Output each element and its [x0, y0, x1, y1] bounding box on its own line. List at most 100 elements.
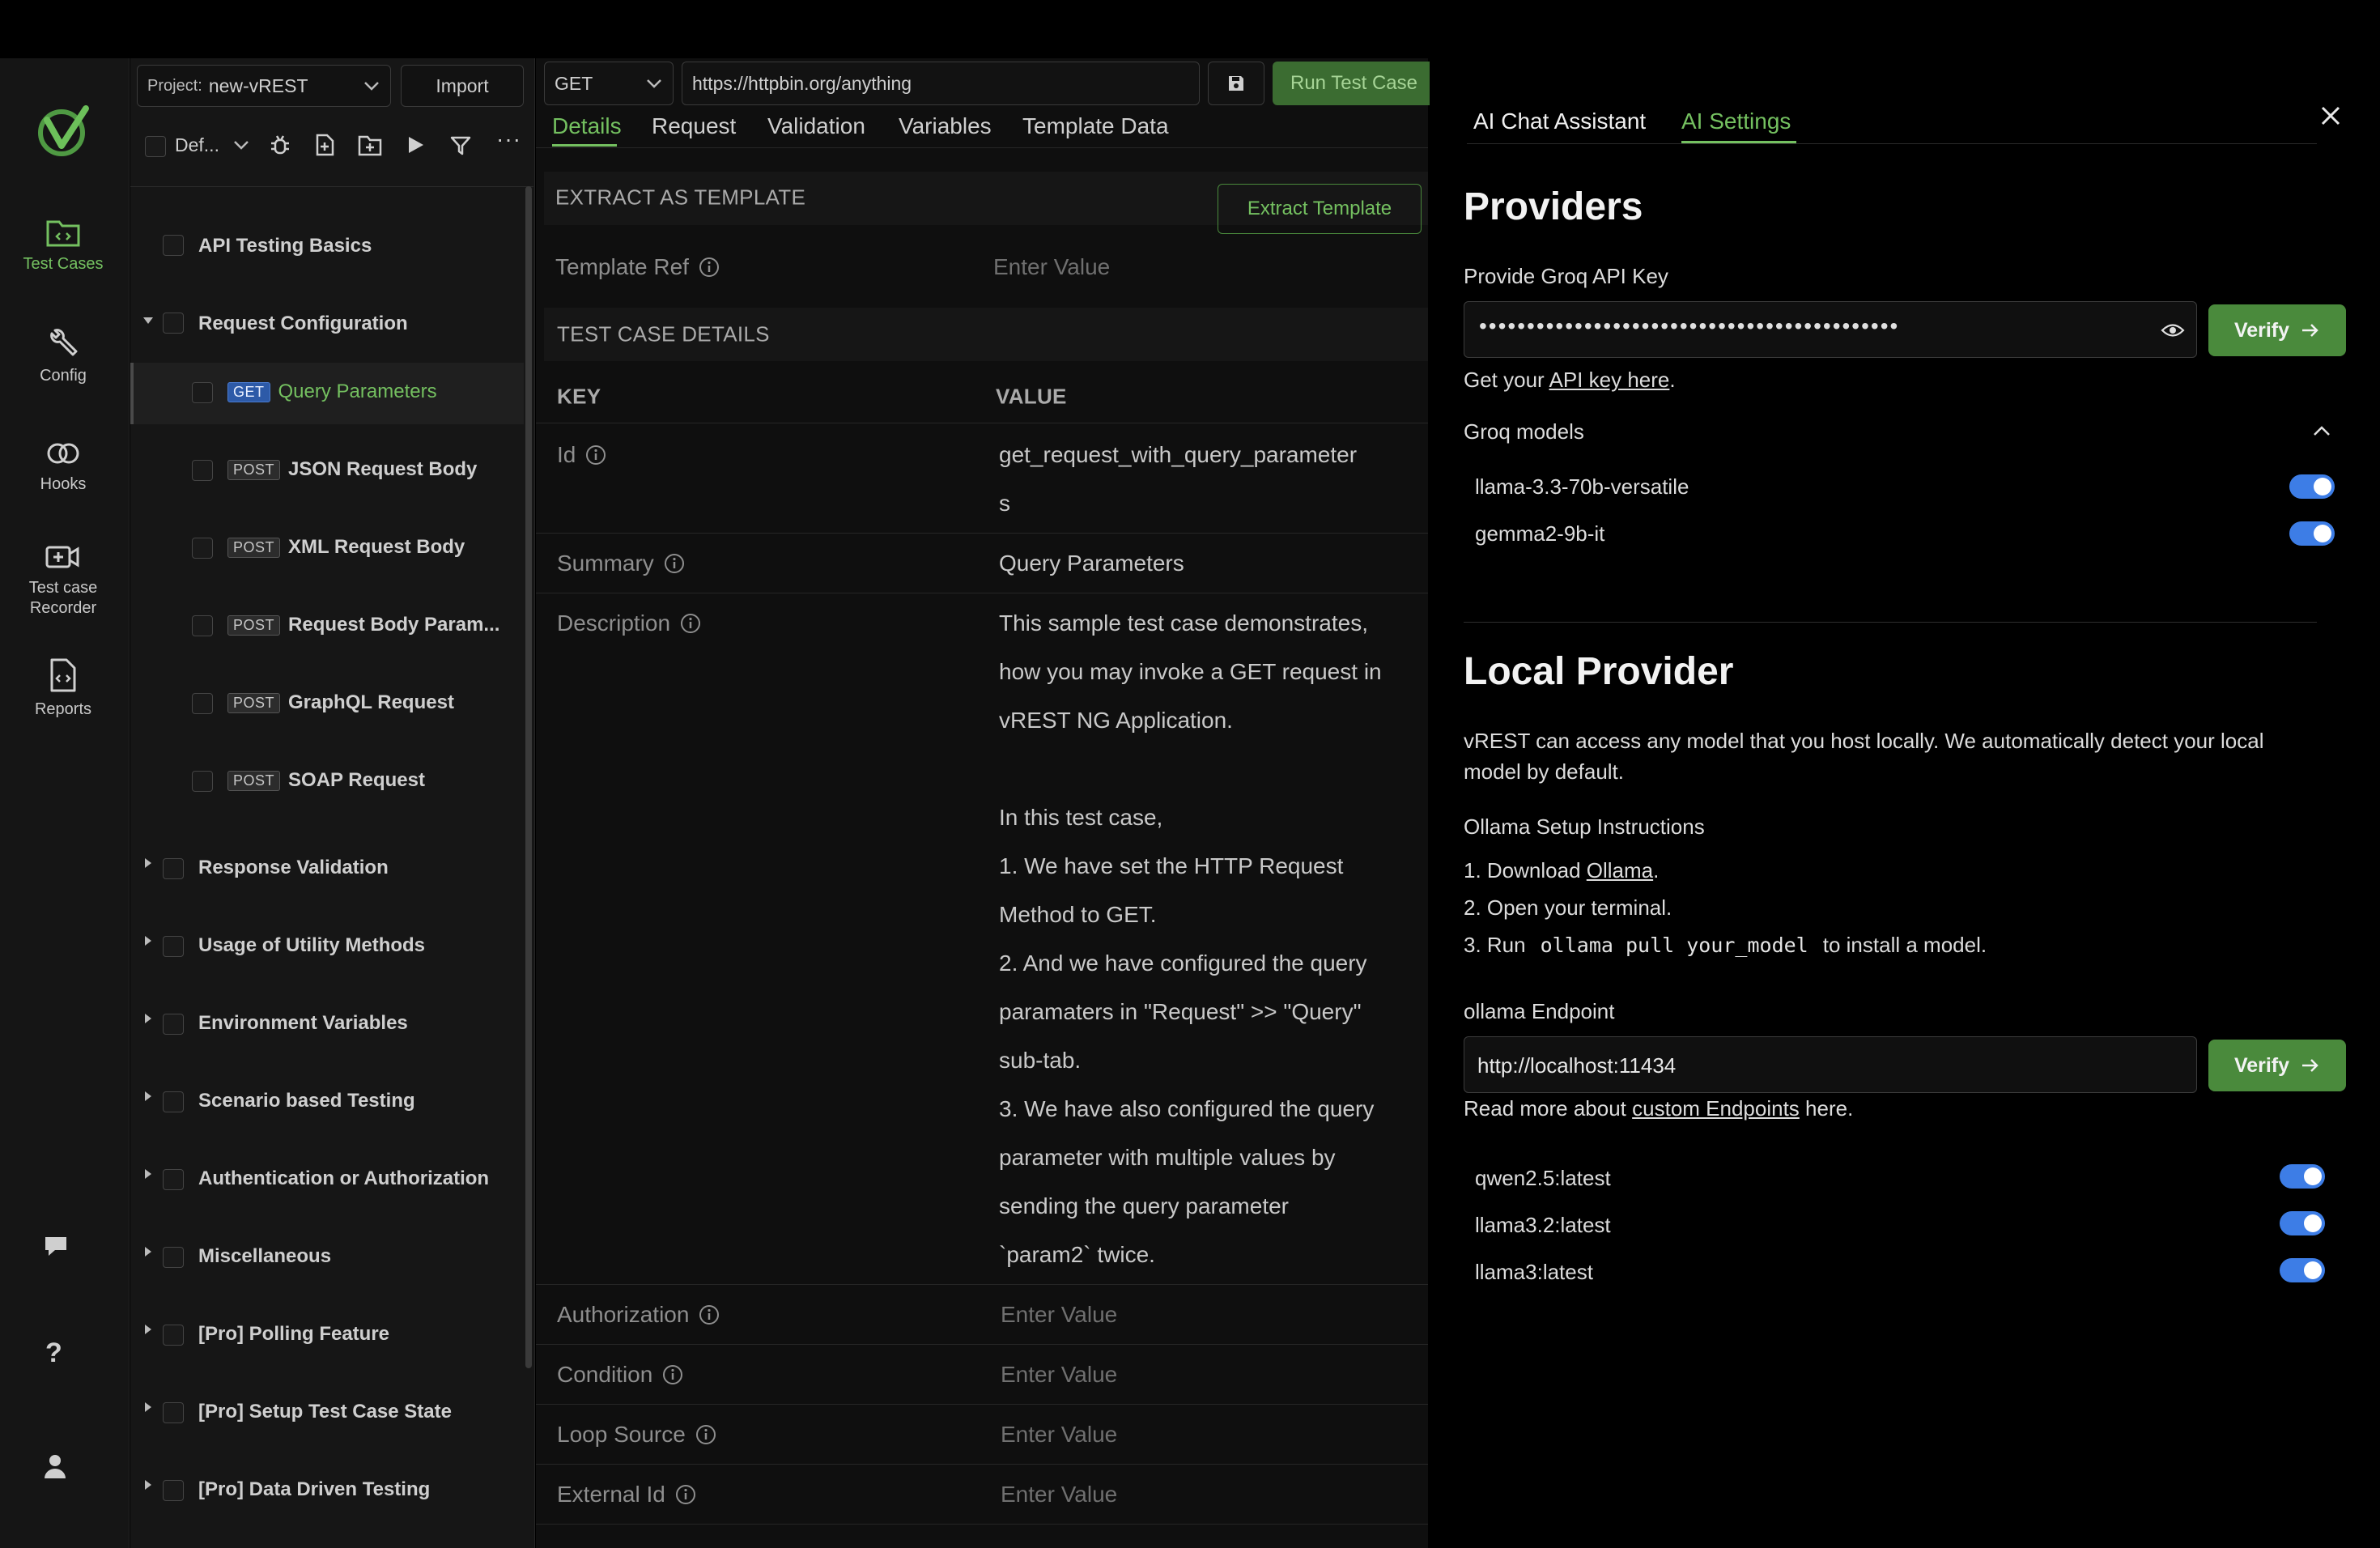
chat-bubble-icon[interactable]	[42, 1234, 70, 1258]
description-line[interactable]: 1. We have set the HTTP Request	[999, 842, 1343, 891]
expand-caret-icon[interactable]	[145, 1169, 151, 1179]
tree-item-miscellaneous[interactable]: Miscellaneous	[198, 1245, 331, 1268]
description-line[interactable]: sub-tab.	[999, 1036, 1081, 1085]
loop-source-input[interactable]: Enter Value	[1001, 1422, 1117, 1448]
tab-request[interactable]: Request	[652, 113, 736, 139]
tree-item-response-validation[interactable]: Response Validation	[198, 857, 389, 879]
expand-caret-icon[interactable]	[143, 317, 153, 324]
tree-item-checkbox[interactable]	[192, 771, 213, 792]
template-ref-input[interactable]: Enter Value	[993, 254, 1110, 280]
import-button[interactable]: Import	[401, 65, 524, 107]
close-icon[interactable]	[2318, 104, 2343, 128]
tree-item-checkbox[interactable]	[163, 858, 184, 879]
description-line[interactable]: sending the query parameter	[999, 1182, 1289, 1231]
description-line[interactable]: This sample test case demonstrates,	[999, 599, 1368, 648]
tree-item-checkbox[interactable]	[192, 382, 213, 403]
tree-item-scenario-testing[interactable]: Scenario based Testing	[198, 1090, 415, 1112]
local-model-toggle[interactable]	[2280, 1258, 2325, 1282]
groq-model-toggle[interactable]	[2289, 521, 2335, 546]
description-line[interactable]: Method to GET.	[999, 891, 1157, 939]
tab-details[interactable]: Details	[552, 113, 622, 139]
rail-item-config[interactable]: Config	[0, 327, 126, 386]
tree-item-data-driven-testing[interactable]: [Pro] Data Driven Testing	[198, 1478, 430, 1501]
description-line[interactable]: parameter with multiple values by	[999, 1133, 1336, 1182]
tree-child-request-body-param[interactable]: POST Request Body Param...	[227, 614, 499, 636]
project-select[interactable]: Project: new-vREST	[137, 65, 391, 107]
tree-child-xml-request-body[interactable]: POST XML Request Body	[227, 536, 465, 559]
tab-template-data[interactable]: Template Data	[1022, 113, 1169, 139]
description-line[interactable]: 2. And we have configured the query	[999, 939, 1367, 988]
folder-plus-icon[interactable]	[357, 133, 383, 157]
verify-groq-button[interactable]: Verify	[2208, 304, 2346, 356]
custom-endpoints-link[interactable]: custom Endpoints	[1632, 1096, 1800, 1121]
tree-item-checkbox[interactable]	[163, 1480, 184, 1501]
eye-icon[interactable]	[2161, 321, 2185, 339]
tree-item-checkbox[interactable]	[192, 538, 213, 559]
tab-ai-chat-assistant[interactable]: AI Chat Assistant	[1473, 108, 1646, 134]
tree-child-json-request-body[interactable]: POST JSON Request Body	[227, 458, 477, 481]
verify-ollama-button[interactable]: Verify	[2208, 1040, 2346, 1091]
description-line[interactable]: `param2` twice.	[999, 1231, 1155, 1279]
tree-item-setup-state[interactable]: [Pro] Setup Test Case State	[198, 1401, 452, 1423]
rail-item-test-cases[interactable]: Test Cases	[0, 217, 126, 274]
ollama-download-link[interactable]: Ollama	[1587, 858, 1653, 882]
more-options-icon[interactable]: ···	[496, 126, 521, 152]
external-id-input[interactable]: Enter Value	[1001, 1482, 1117, 1508]
tree-item-api-testing-basics[interactable]: API Testing Basics	[198, 235, 372, 257]
chevron-up-icon[interactable]	[2312, 424, 2331, 437]
help-icon[interactable]: ?	[45, 1337, 62, 1369]
tree-item-checkbox[interactable]	[192, 460, 213, 481]
tree-item-authentication[interactable]: Authentication or Authorization	[198, 1167, 489, 1190]
tree-item-utility-methods[interactable]: Usage of Utility Methods	[198, 934, 425, 957]
condition-input[interactable]: Enter Value	[1001, 1362, 1117, 1388]
bug-icon[interactable]	[268, 133, 292, 157]
run-test-case-button[interactable]: Run Test Case	[1273, 62, 1434, 105]
tree-item-checkbox[interactable]	[192, 615, 213, 636]
tab-ai-settings[interactable]: AI Settings	[1681, 108, 1791, 134]
tree-item-checkbox[interactable]	[163, 1247, 184, 1268]
url-input[interactable]: https://httpbin.org/anything	[682, 62, 1200, 105]
expand-caret-icon[interactable]	[145, 936, 151, 946]
expand-caret-icon[interactable]	[145, 1014, 151, 1023]
tab-variables[interactable]: Variables	[899, 113, 992, 139]
description-line[interactable]: In this test case,	[999, 793, 1162, 842]
chevron-down-icon[interactable]	[232, 139, 250, 151]
user-icon[interactable]	[42, 1452, 68, 1480]
description-line[interactable]: vREST NG Application.	[999, 696, 1233, 745]
tree-item-checkbox[interactable]	[163, 936, 184, 957]
local-model-toggle[interactable]	[2280, 1164, 2325, 1189]
expand-caret-icon[interactable]	[145, 1480, 151, 1490]
expand-caret-icon[interactable]	[145, 1091, 151, 1101]
tree-item-checkbox[interactable]	[163, 1091, 184, 1112]
tree-child-soap-request[interactable]: POST SOAP Request	[227, 769, 425, 792]
tree-item-polling-feature[interactable]: [Pro] Polling Feature	[198, 1323, 389, 1346]
rail-item-reports[interactable]: Reports	[0, 657, 126, 720]
filter-icon[interactable]	[449, 134, 472, 157]
tab-validation[interactable]: Validation	[767, 113, 865, 139]
expand-caret-icon[interactable]	[145, 858, 151, 868]
local-model-toggle[interactable]	[2280, 1211, 2325, 1235]
tree-item-checkbox[interactable]	[163, 1014, 184, 1035]
rail-item-recorder[interactable]: Test case Recorder	[0, 542, 126, 619]
tree-item-checkbox[interactable]	[163, 1169, 184, 1190]
save-button[interactable]	[1208, 62, 1264, 105]
expand-caret-icon[interactable]	[145, 1402, 151, 1412]
rail-item-hooks[interactable]: Hooks	[0, 439, 126, 495]
id-value-line-2[interactable]: s	[999, 479, 1010, 528]
groq-api-key-input[interactable]: ••••••••••••••••••••••••••••••••••••••••…	[1464, 301, 2197, 358]
select-all-checkbox[interactable]	[145, 136, 166, 157]
extract-template-button[interactable]: Extract Template	[1218, 184, 1422, 234]
tree-child-graphql-request[interactable]: POST GraphQL Request	[227, 691, 454, 714]
description-line[interactable]: 3. We have also configured the query	[999, 1085, 1374, 1133]
groq-model-toggle[interactable]	[2289, 474, 2335, 499]
tree-item-checkbox[interactable]	[163, 235, 184, 256]
file-plus-icon[interactable]	[313, 133, 336, 157]
tree-item-checkbox[interactable]	[163, 313, 184, 334]
expand-caret-icon[interactable]	[145, 1325, 151, 1334]
tree-scrollbar[interactable]	[525, 186, 532, 1368]
description-line[interactable]: paramaters in "Request" >> "Query"	[999, 988, 1362, 1036]
tree-item-request-configuration[interactable]: Request Configuration	[198, 313, 408, 335]
tree-item-checkbox[interactable]	[192, 693, 213, 714]
tree-child-query-parameters[interactable]: GET Query Parameters	[227, 381, 437, 403]
authorization-input[interactable]: Enter Value	[1001, 1302, 1117, 1328]
